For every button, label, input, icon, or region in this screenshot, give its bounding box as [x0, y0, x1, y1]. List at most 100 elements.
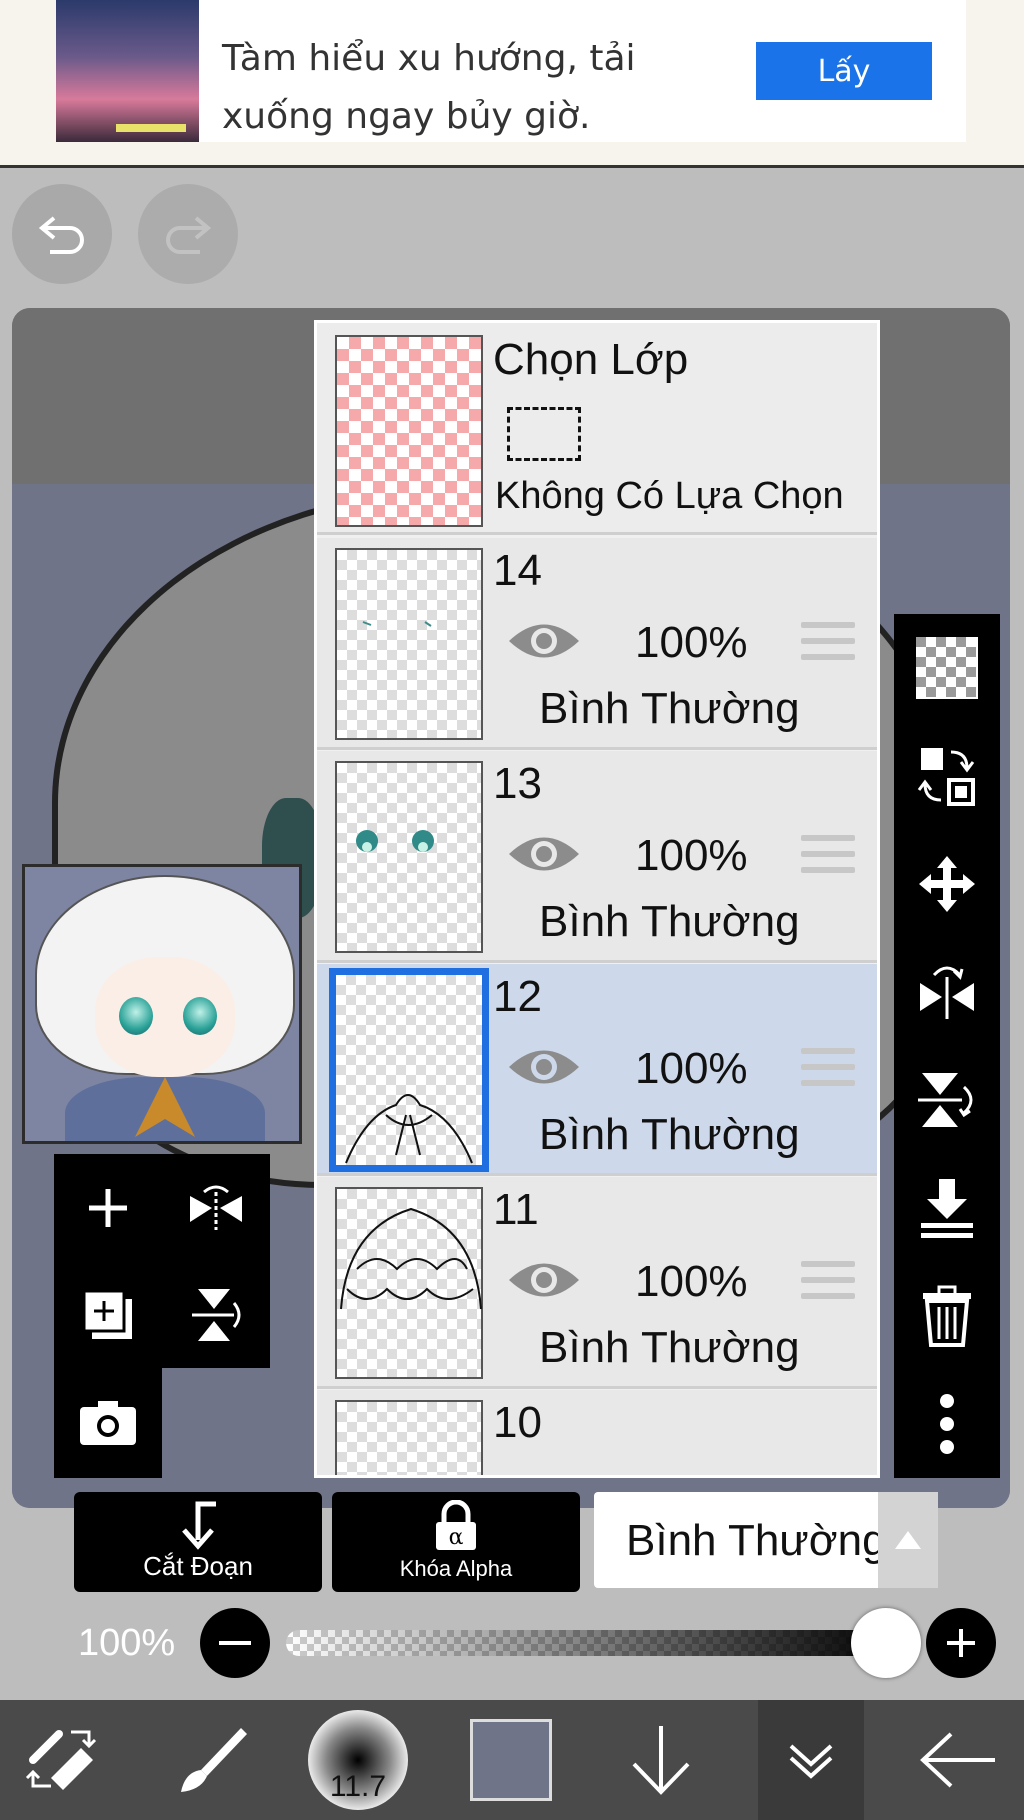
layer-panel[interactable]: Chọn Lớp Không Có Lựa Chọn 14 100% Bình … [314, 320, 880, 1478]
layer-opacity[interactable]: 100% [635, 1257, 748, 1307]
opacity-slider-track[interactable] [286, 1630, 898, 1656]
right-tool-strip [894, 614, 1000, 1478]
ad-image[interactable] [56, 0, 199, 142]
opacity-value: 100% [78, 1622, 176, 1664]
selection-dashed-icon [507, 407, 581, 461]
brush-size-value: 11.7 [329, 1770, 387, 1803]
visibility-toggle[interactable] [507, 1042, 581, 1097]
layer-row[interactable]: 13 100% Bình Thường [317, 751, 877, 963]
selection-status: Không Có Lựa Chọn [495, 475, 844, 517]
layer-row[interactable]: 14 100% Bình Thường [317, 538, 877, 750]
layer-opacity[interactable]: 100% [635, 831, 748, 881]
tool-switch-button[interactable] [10, 1700, 120, 1820]
caret-up-icon [895, 1531, 921, 1549]
alpha-lock-button[interactable]: α Khóa Alpha [332, 1492, 580, 1592]
blend-mode-select[interactable]: Bình Thường [594, 1492, 938, 1588]
chevron-double-down-icon [789, 1744, 833, 1779]
layer-row-selected[interactable]: 12 100% Bình Thường [317, 964, 877, 1176]
ad-text: Tàm hiểu xu hướng, tải xuống ngay bủy gi… [222, 38, 636, 137]
visibility-toggle[interactable] [507, 1255, 581, 1310]
selection-layer[interactable]: Chọn Lớp Không Có Lựa Chọn [317, 323, 877, 535]
opacity-slider-handle[interactable] [851, 1608, 921, 1678]
preview-eye-right [183, 997, 217, 1035]
ad-banner[interactable]: Tàm hiểu xu hướng, tải xuống ngay bủy gi… [0, 0, 1024, 168]
layer-row[interactable]: 10 [317, 1390, 877, 1475]
layer-opacity[interactable]: 100% [635, 1044, 748, 1094]
arrow-down-icon [632, 1726, 690, 1795]
layer-down-button[interactable] [606, 1700, 716, 1820]
blend-mode-dropdown-toggle[interactable] [878, 1492, 938, 1588]
visibility-toggle[interactable] [507, 829, 581, 884]
move-button[interactable] [894, 830, 1000, 938]
layer-row[interactable]: 11 100% Bình Thường [317, 1177, 877, 1389]
drag-handle-icon[interactable] [801, 835, 855, 883]
undo-button[interactable] [12, 184, 112, 284]
eye-icon [509, 837, 579, 871]
flip-horizontal-icon [190, 1185, 242, 1230]
layer-blend-mode[interactable]: Bình Thường [539, 1323, 800, 1373]
current-color-swatch [470, 1719, 552, 1801]
flip-horizontal-icon [920, 966, 974, 1019]
eye-icon [509, 1050, 579, 1084]
layers-menu-button[interactable] [758, 1700, 864, 1820]
camera-button[interactable] [54, 1368, 162, 1475]
layer-blend-mode[interactable]: Bình Thường [539, 684, 800, 734]
layer-opacity[interactable]: 100% [635, 618, 748, 668]
ad-image-bar [116, 124, 186, 132]
flip-vertical-icon [918, 1073, 973, 1127]
minus-icon [219, 1641, 251, 1645]
flip-horizontal-layer-button[interactable] [894, 938, 1000, 1046]
opacity-increase-button[interactable] [926, 1608, 996, 1678]
drag-handle-icon[interactable] [801, 1261, 855, 1309]
more-options-button[interactable] [894, 1370, 1000, 1478]
layer-tools-panel [54, 1154, 270, 1368]
drag-handle-icon[interactable] [801, 622, 855, 670]
brush-icon [181, 1728, 247, 1792]
reference-preview[interactable] [22, 864, 302, 1144]
brush-eraser-swap-icon [25, 1730, 97, 1790]
eye-icon [509, 624, 579, 658]
layer-thumbnail [335, 548, 483, 740]
alpha-lock-label: Khóa Alpha [399, 1556, 513, 1581]
layer-number: 14 [493, 546, 542, 595]
duplicate-icon [82, 1289, 132, 1339]
drag-handle-icon[interactable] [801, 1048, 855, 1096]
layer-blend-mode[interactable]: Bình Thường [539, 1110, 800, 1160]
ad-button[interactable]: Lấy [756, 42, 932, 100]
layer-thumbnail [335, 1400, 483, 1475]
clipping-arrow-icon [182, 1501, 216, 1550]
delete-layer-button[interactable] [894, 1262, 1000, 1370]
selection-layer-thumbnail [335, 335, 483, 527]
checker-icon [916, 637, 978, 699]
color-picker-button[interactable] [456, 1700, 566, 1820]
layer-11-content [340, 1207, 482, 1310]
flip-vertical-button[interactable] [162, 1261, 270, 1368]
eye-icon [509, 1263, 579, 1297]
brush-tool-button[interactable] [156, 1700, 266, 1820]
bottom-toolbar: 11.7 [0, 1700, 1024, 1820]
brush-size-button[interactable]: 11.7 [298, 1700, 418, 1820]
blend-mode-value: Bình Thường [626, 1516, 887, 1565]
layer-blend-mode[interactable]: Bình Thường [539, 897, 800, 947]
add-layer-button[interactable] [54, 1154, 162, 1261]
back-button[interactable] [904, 1700, 1014, 1820]
opacity-decrease-button[interactable] [200, 1608, 270, 1678]
clipping-label: Cắt Đoạn [143, 1551, 253, 1581]
swap-layer-button[interactable] [894, 722, 1000, 830]
plus-icon [89, 1188, 127, 1227]
redo-icon [166, 216, 212, 254]
layer-thumbnail [335, 761, 483, 953]
layer-number: 10 [493, 1398, 542, 1447]
transparency-button[interactable] [894, 614, 1000, 722]
flip-horizontal-button[interactable] [162, 1154, 270, 1261]
merge-down-button[interactable] [894, 1154, 1000, 1262]
duplicate-layer-button[interactable] [54, 1261, 162, 1368]
visibility-toggle[interactable] [507, 616, 581, 671]
flip-vertical-layer-button[interactable] [894, 1046, 1000, 1154]
brush-size-preview: 11.7 [308, 1710, 408, 1810]
preview-eye-left [119, 997, 153, 1035]
clipping-button[interactable]: Cắt Đoạn [74, 1492, 322, 1592]
layer-number: 11 [493, 1185, 539, 1234]
redo-button[interactable] [138, 184, 238, 284]
layer-14-content [362, 621, 432, 627]
